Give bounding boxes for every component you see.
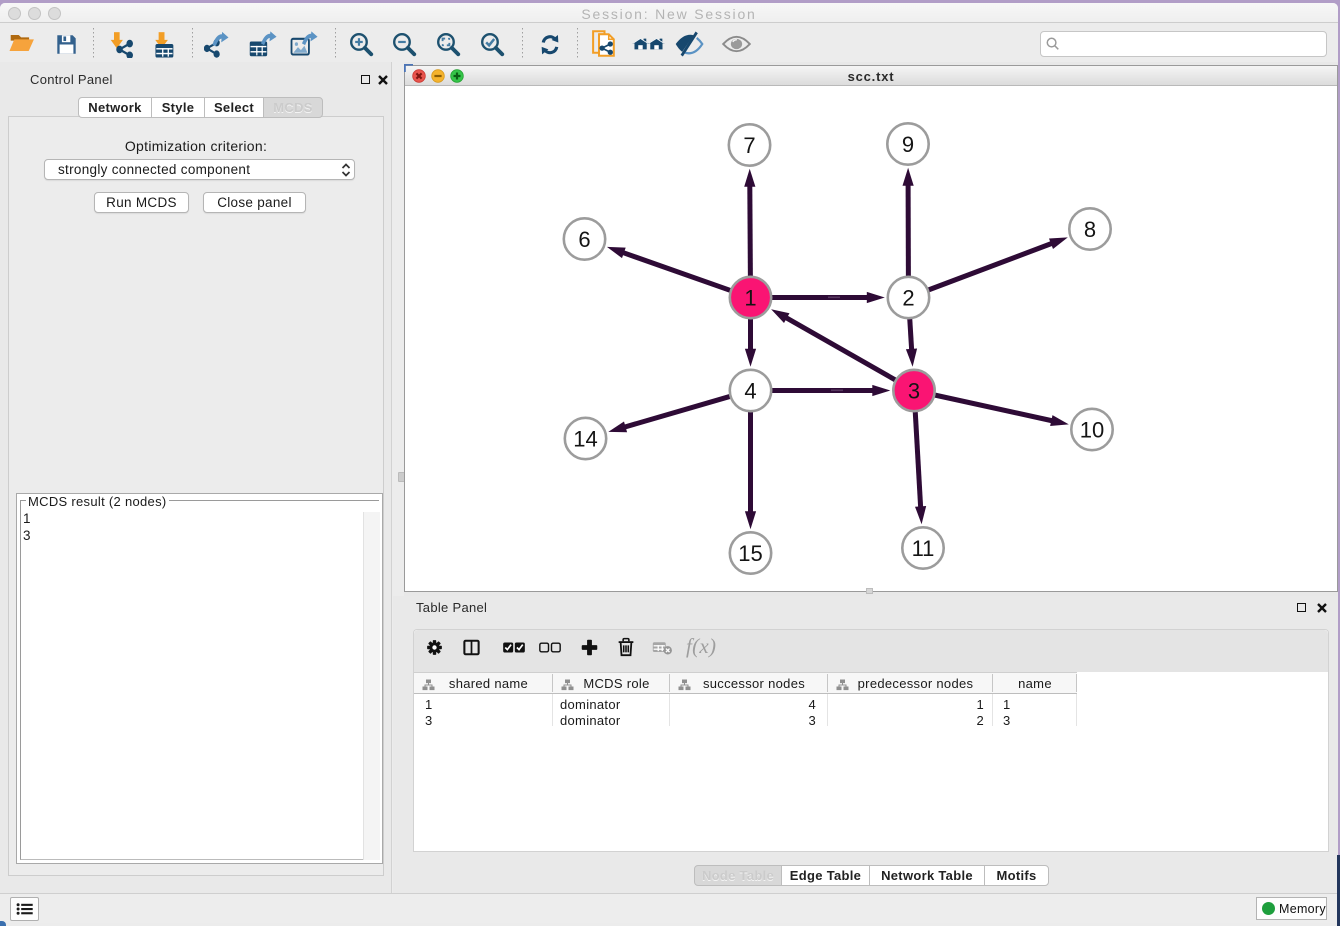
svg-text:3: 3 (908, 378, 920, 403)
svg-text:9: 9 (902, 132, 914, 157)
svg-text:14: 14 (573, 426, 597, 451)
svg-text:10: 10 (1080, 417, 1104, 442)
svg-text:15: 15 (738, 541, 762, 566)
svg-text:1: 1 (744, 285, 756, 310)
svg-text:11: 11 (912, 536, 935, 561)
svg-text:2: 2 (902, 285, 914, 310)
svg-text:7: 7 (743, 133, 755, 158)
svg-text:8: 8 (1084, 217, 1096, 242)
svg-text:4: 4 (744, 378, 756, 403)
svg-text:6: 6 (578, 227, 590, 252)
